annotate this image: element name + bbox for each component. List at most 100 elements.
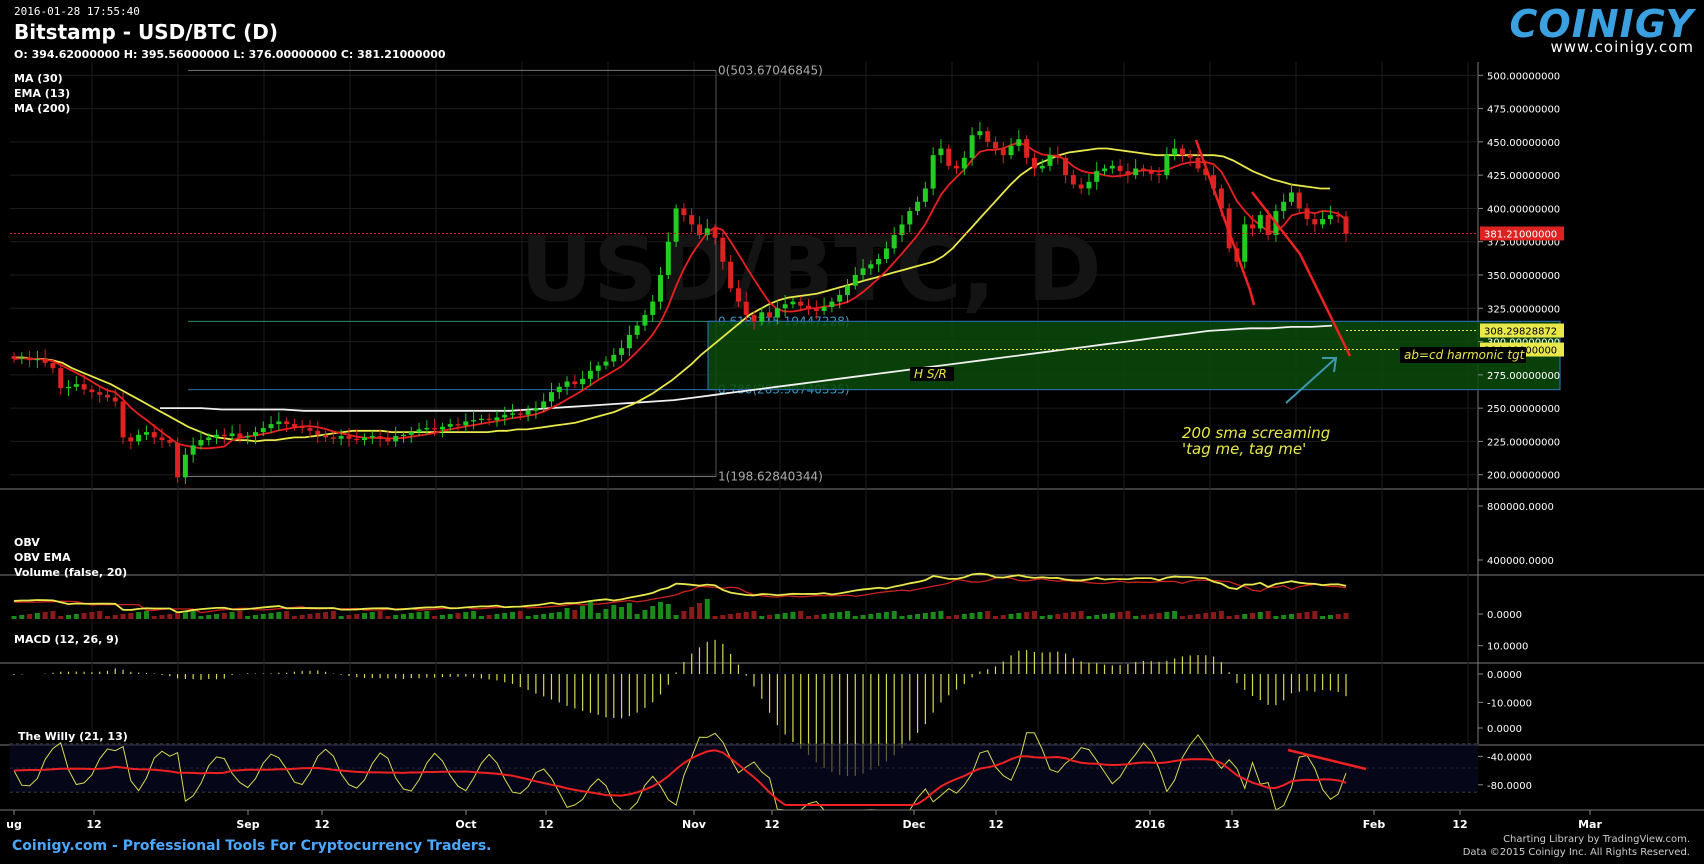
candle-body [393, 436, 399, 442]
candle-body [938, 148, 944, 156]
candle-body [720, 237, 726, 262]
volume-bar [510, 612, 516, 619]
price-tick-label: 275.00000000 [1487, 371, 1560, 382]
candle-body [969, 135, 975, 158]
volume-bar [883, 612, 889, 619]
panel-bg-1 [10, 492, 1478, 574]
price-tick-label: 225.00000000 [1487, 437, 1560, 448]
price-tick-label: 500.00000000 [1487, 71, 1560, 82]
candle-body [954, 165, 960, 169]
volume-bar [720, 615, 726, 619]
volume-bar [19, 615, 25, 619]
candle-body [478, 418, 484, 421]
candle-body [416, 429, 422, 433]
volume-bar [642, 610, 648, 619]
volume-bar [182, 612, 188, 619]
volume-bar [1024, 612, 1030, 619]
candle-body [642, 314, 648, 326]
volume-bar [393, 615, 399, 619]
volume-bar [237, 611, 243, 619]
x-tick-label: 13 [1224, 818, 1239, 831]
volume-bar [229, 612, 235, 619]
x-tick-label: Mar [1578, 818, 1602, 831]
candle-body [852, 275, 858, 286]
footer-credits: Charting Library by TradingView.com. Dat… [1463, 833, 1690, 859]
candle-body [1109, 165, 1115, 169]
candle-body [58, 368, 64, 389]
volume-bar [27, 614, 33, 619]
candle-body [408, 432, 414, 435]
candle-body [821, 306, 827, 311]
volume-bar [276, 612, 282, 619]
footer-credit-library[interactable]: Charting Library by TradingView.com. [1463, 833, 1690, 846]
candle-body [1304, 208, 1310, 220]
volume-bar [735, 613, 741, 619]
volume-bar [408, 613, 414, 619]
candle-body [424, 428, 430, 430]
candle-body [315, 430, 321, 435]
candle-body [190, 445, 196, 455]
volume-bar [1226, 616, 1232, 619]
volume-bar [977, 612, 983, 619]
volume-bar [759, 616, 765, 619]
volume-bar [946, 616, 952, 619]
sub-tick-label: 0.0000 [1487, 670, 1522, 681]
candle-body [1164, 155, 1170, 176]
legend-item: MA (200) [14, 102, 70, 115]
volume-bar [1070, 612, 1076, 619]
volume-bar [291, 616, 297, 619]
candle-body [136, 434, 142, 442]
volume-bar [471, 611, 477, 619]
chart-canvas[interactable]: USD/BTC, D 0(503.67046845)0.618(315.1944… [0, 0, 1704, 864]
candle-body [120, 401, 126, 438]
volume-bar [813, 615, 819, 619]
volume-bar [439, 615, 445, 619]
volume-bar [502, 613, 508, 619]
candle-body [19, 357, 25, 359]
x-tick-label: 12 [314, 818, 329, 831]
volume-bar [1281, 615, 1287, 619]
candle-body [1016, 139, 1022, 146]
candle-body [743, 301, 749, 315]
volume-bar [260, 614, 266, 619]
candle-body [876, 259, 882, 265]
volume-bar [346, 615, 352, 619]
candle-body [891, 235, 897, 249]
candle-body [252, 432, 258, 437]
volume-bar [1265, 611, 1271, 619]
volume-bar [1086, 616, 1092, 619]
volume-bar [899, 616, 905, 619]
last-price-label: 381.21000000 [1484, 229, 1557, 240]
footer-tagline[interactable]: Coinigy.com - Professional Tools For Cry… [12, 838, 491, 854]
sub-tick-label: 10.0000 [1487, 642, 1528, 653]
volume-bar [665, 604, 671, 619]
volume-bar [1148, 614, 1154, 619]
volume-bar [206, 615, 212, 619]
volume-bar [619, 607, 625, 619]
candle-body [276, 421, 282, 425]
candle-body [1000, 148, 1006, 156]
candle-body [837, 294, 843, 302]
candle-body [946, 148, 952, 166]
candle-body [268, 424, 274, 429]
volume-bar [844, 611, 850, 619]
marker-label-0: 308.29828872 [1484, 327, 1557, 338]
volume-bar [922, 613, 928, 619]
volume-bar [1133, 616, 1139, 619]
candle-body [1102, 168, 1108, 172]
volume-bar [494, 614, 500, 619]
volume-bar [1055, 614, 1061, 619]
candle-body [1047, 155, 1053, 166]
candle-body [73, 384, 79, 387]
price-tick-label: 400.00000000 [1487, 204, 1560, 215]
candle-body [619, 348, 625, 355]
candle-body [868, 264, 874, 269]
candle-body [151, 432, 157, 438]
volume-bar [954, 615, 960, 619]
volume-bar [525, 616, 531, 619]
sub-tick-label: 0.0000 [1487, 724, 1522, 735]
candle-body [354, 438, 360, 441]
candle-body [494, 417, 500, 421]
candle-body [167, 440, 173, 443]
volume-bar [634, 614, 640, 619]
